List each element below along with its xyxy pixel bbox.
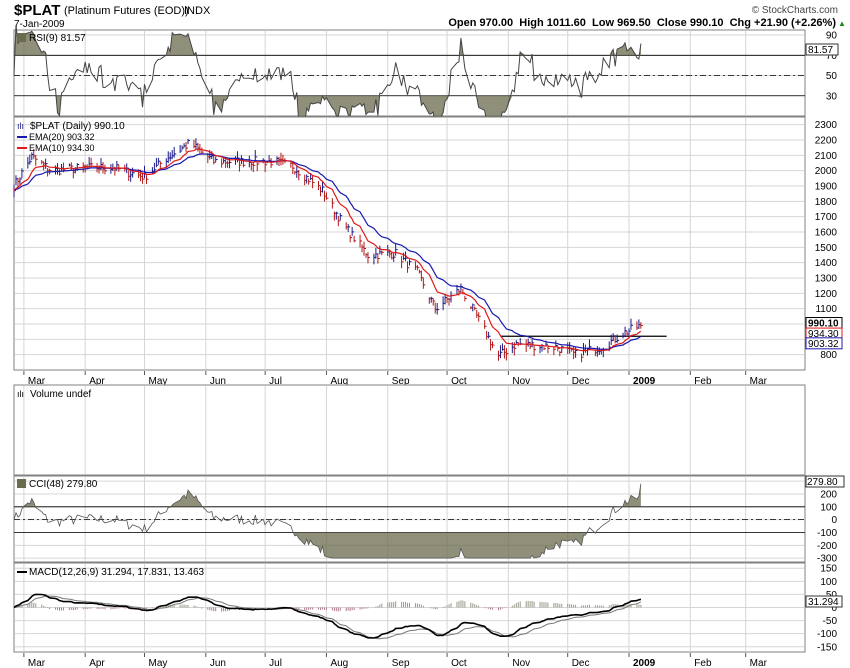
x-axis-label: Apr: [89, 658, 105, 668]
x-axis-label: Mar: [750, 658, 768, 668]
volume-label: Volume undef: [30, 389, 91, 400]
axis-tick-label: -150: [817, 642, 837, 653]
price-panel: 2300 2200 2100 2000 1900 1800 1700 1600 1500 1400…: [13, 116, 843, 371]
x-axis-label: Feb: [694, 658, 712, 668]
x-axis-label: Jul: [269, 658, 282, 668]
cci-swatch: [17, 479, 26, 488]
axis-tick-label: 1500: [815, 243, 838, 254]
axis-tick-label: -100: [817, 528, 837, 539]
volume-panel: ılı Volume undef: [13, 384, 806, 476]
axis-tick-label: 800: [820, 350, 837, 361]
chart-header: $PLAT (Platinum Futures (EOD)) INDX 7-Ja…: [14, 2, 846, 30]
exchange: INDX: [184, 5, 211, 17]
rsi-panel: 90705030 RSI(9) 81.57 81.57: [13, 24, 839, 127]
up-arrow-icon: ▲: [838, 19, 846, 28]
cci-axis: 3002001000-100-200-300: [817, 477, 837, 565]
axis-tick-label: 1300: [815, 274, 838, 285]
rsi-swatch: [17, 33, 26, 42]
price-legend-icon: ılı: [17, 121, 24, 131]
rsi-panel-bg: [13, 29, 806, 117]
x-axis-label: Nov: [512, 658, 530, 668]
axis-tick-label: 30: [826, 91, 838, 102]
axis-tick-label: 2200: [815, 136, 838, 147]
axis-tick-label: 0: [831, 515, 837, 526]
macd-label: MACD(12,26,9) 31.294, 17.831, 13.463: [29, 567, 205, 578]
axis-tick-label: 2300: [815, 120, 838, 131]
axis-tick-label: 1400: [815, 258, 838, 269]
macd-axis: 150100500-50-100-150: [817, 564, 837, 654]
stock-chart: $PLAT (Platinum Futures (EOD)) INDX 7-Ja…: [13, 2, 846, 668]
axis-tick-label: 1100: [815, 304, 837, 315]
axis-tick-label: 200: [820, 489, 837, 500]
axis-tick-label: -50: [823, 616, 838, 627]
rsi-last-value: 81.57: [805, 43, 839, 56]
macd-panel: 150100500-50-100-150 MACD(12,26,9) 31.29…: [13, 562, 843, 654]
axis-tick-label: -100: [817, 629, 837, 640]
x-axis-label: Sep: [392, 658, 410, 668]
x-axis-label: 2009: [633, 658, 656, 668]
axis-tick-label: 100: [820, 502, 837, 513]
macd-last-value-text: 31.294: [808, 597, 839, 608]
macd-x-axis: Mar Apr May Jun Jul Aug Sep Oct Nov Dec 2009 Feb Mar: [23, 653, 768, 668]
ema10-label: EMA(10) 934.30: [29, 143, 95, 153]
cci-label: CCI(48) 279.80: [29, 479, 98, 490]
x-axis-label: Aug: [330, 658, 348, 668]
x-axis-label: Jun: [210, 658, 226, 668]
instrument-name: (Platinum Futures (EOD)): [64, 5, 189, 17]
price-label: $PLAT (Daily) 990.10: [30, 121, 125, 132]
axis-tick-label: 1900: [815, 182, 838, 193]
axis-tick-label: 90: [826, 31, 838, 42]
symbol: $PLAT: [14, 2, 60, 19]
price-value-text: 903.32: [808, 339, 839, 350]
x-axis-label: Oct: [451, 658, 467, 668]
axis-tick-label: 100: [820, 577, 837, 588]
price-value-labels: 990.10934.30903.32: [805, 317, 843, 350]
ema20-label: EMA(20) 903.32: [29, 132, 95, 142]
volume-legend-icon: ılı: [17, 389, 24, 399]
axis-tick-label: -200: [817, 541, 837, 552]
axis-tick-label: 1700: [815, 212, 838, 223]
axis-tick-label: 2000: [815, 166, 838, 177]
x-axis-label: Dec: [572, 658, 590, 668]
axis-tick-label: 150: [820, 564, 837, 575]
volume-panel-bg: [13, 384, 806, 476]
cci-panel: 3002001000-100-200-300 CCI(48) 279.80 27…: [13, 475, 845, 565]
axis-tick-label: 2100: [815, 151, 838, 162]
axis-tick-label: 50: [826, 71, 838, 82]
axis-tick-label: 1600: [815, 228, 838, 239]
x-axis-label: Mar: [28, 658, 46, 668]
axis-tick-label: 1800: [815, 197, 838, 208]
cci-last-value-text: 279.80: [807, 477, 838, 488]
rsi-axis: 90705030: [826, 31, 838, 103]
brand-label: © StockCharts.com: [752, 5, 838, 16]
x-axis-label: May: [149, 658, 168, 668]
chart-date: 7-Jan-2009: [14, 19, 65, 30]
rsi-label: RSI(9) 81.57: [29, 33, 86, 44]
rsi-last-value-text: 81.57: [808, 45, 833, 56]
ohlc-summary: Open 970.00 High 1011.60 Low 969.50 Clos…: [448, 17, 836, 29]
axis-tick-label: 1200: [815, 289, 838, 300]
